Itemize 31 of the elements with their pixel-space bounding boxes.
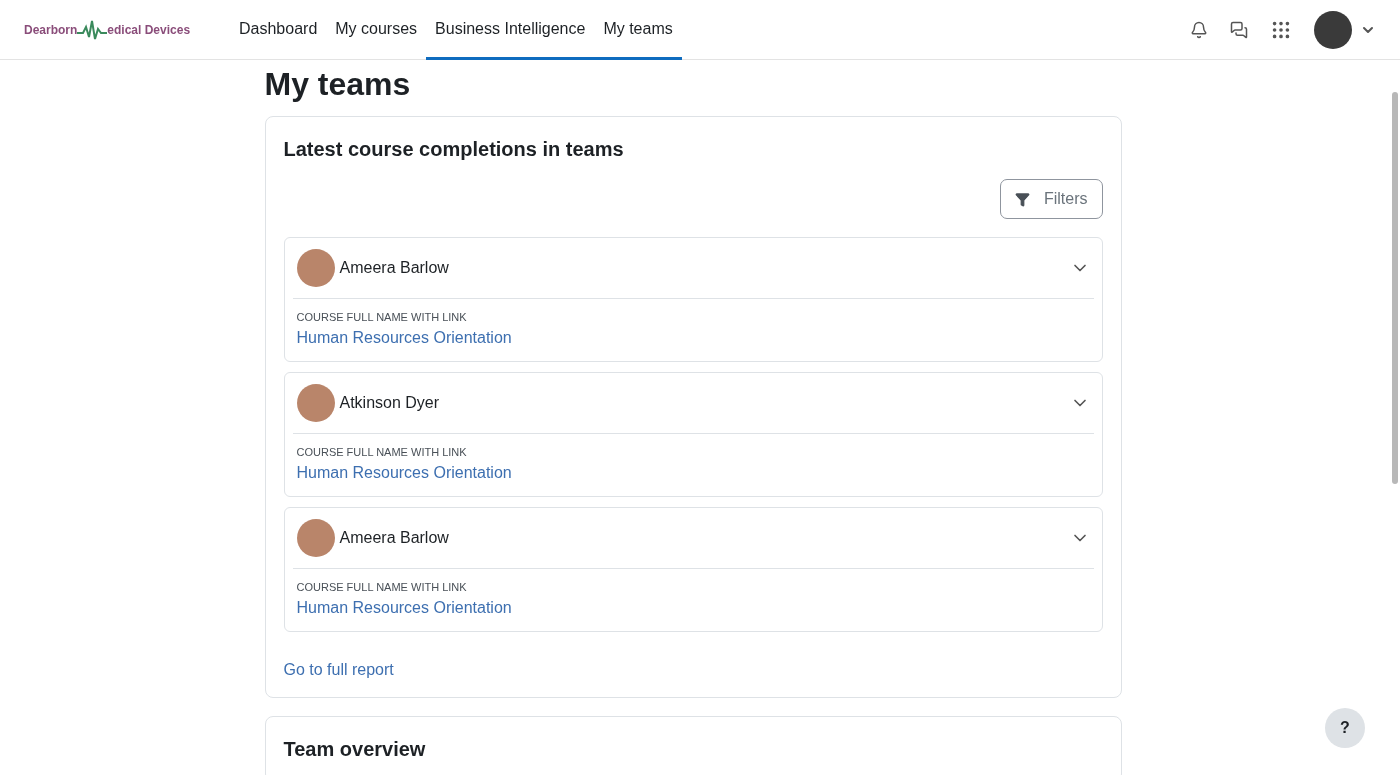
nav-tab[interactable]: My courses <box>326 0 427 60</box>
field-label: COURSE FULL NAME WITH LINK <box>296 580 468 594</box>
field-label: COURSE FULL NAME WITH LINK <box>296 310 468 324</box>
course-link[interactable]: Human Resources Orientation <box>296 464 512 482</box>
course-link[interactable]: Human Resources Orientation <box>296 329 512 347</box>
user-name: Ameera Barlow <box>339 529 449 547</box>
field-label: COURSE FULL NAME WITH LINK <box>296 445 468 459</box>
scrollbar[interactable] <box>1392 92 1398 484</box>
user-avatar[interactable] <box>1314 10 1352 49</box>
course-link[interactable]: Human Resources Orientation <box>296 599 512 617</box>
nav-tab[interactable]: My teams <box>594 0 682 60</box>
user-name: Atkinson Dyer <box>339 394 440 412</box>
card-title: Team overview <box>283 737 427 762</box>
nav-tab[interactable]: Business Intelligence <box>426 0 595 60</box>
heartbeat-icon <box>77 18 108 41</box>
avatar-placeholder <box>296 249 335 287</box>
logo-text: edical Devices <box>107 22 191 37</box>
card-title: Latest course completions in teams <box>283 137 625 162</box>
user-name: Ameera Barlow <box>339 259 449 277</box>
full-report-link[interactable]: Go to full report <box>283 661 394 679</box>
notifications-icon[interactable] <box>1190 20 1208 39</box>
filters-button[interactable]: Filters <box>999 179 1103 219</box>
nav-tab[interactable]: Dashboard <box>230 0 327 60</box>
avatar-placeholder <box>296 384 335 422</box>
filter-icon <box>1014 191 1030 207</box>
messages-icon[interactable] <box>1230 20 1248 39</box>
logo-text: Dearborn <box>24 22 78 37</box>
help-button[interactable]: ? <box>1325 708 1365 748</box>
logo[interactable]: Dearborn edical Devices <box>24 0 230 59</box>
page-title: My teams <box>264 66 412 102</box>
avatar-placeholder <box>296 519 335 557</box>
